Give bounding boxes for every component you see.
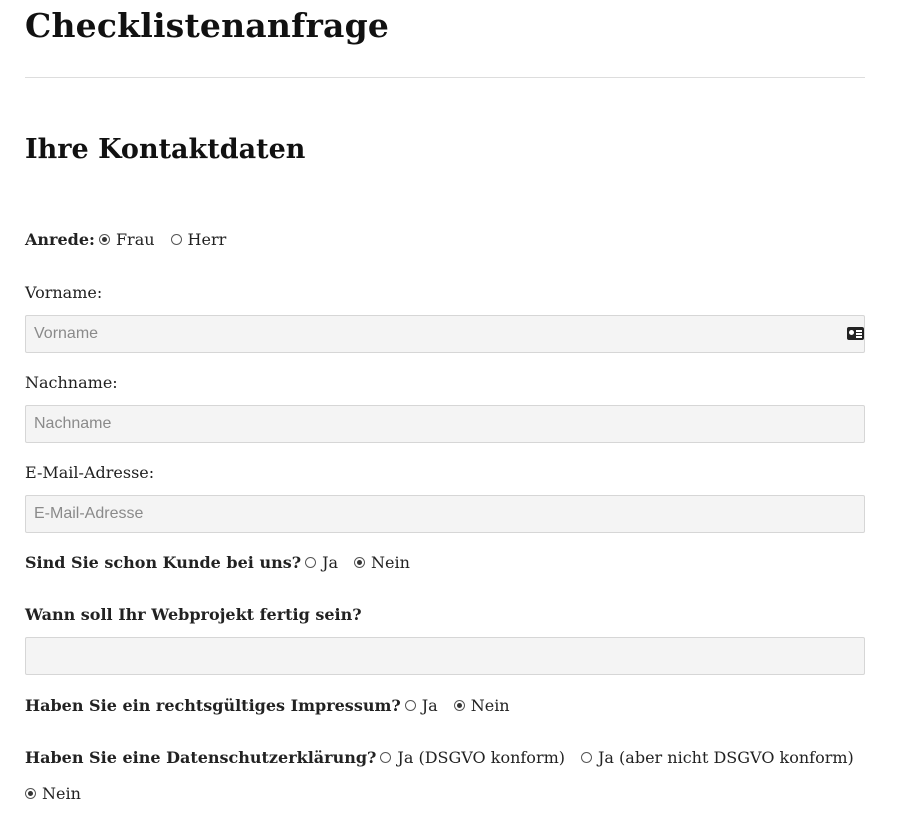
kunde-option-nein[interactable]: Nein [354, 553, 410, 572]
datenschutz-nein-radio[interactable] [25, 788, 36, 799]
datenschutz-option-nicht-dsgvo[interactable]: Ja (aber nicht DSGVO konform) [581, 748, 854, 767]
title-divider [25, 77, 865, 78]
impressum-label: Haben Sie ein rechtsgültiges Impressum? [25, 696, 401, 715]
anrede-frau-radio[interactable] [98, 234, 110, 245]
contact-card-icon[interactable] [847, 327, 864, 340]
fertig-label: Wann soll Ihr Webprojekt fertig sein? [25, 605, 362, 624]
impressum-option-nein[interactable]: Nein [453, 696, 510, 715]
anrede-option-herr[interactable]: Herr [170, 230, 227, 249]
impressum-ja-label: Ja [421, 696, 438, 715]
datenschutz-group: Haben Sie eine Datenschutzerklärung? Ja … [25, 748, 870, 767]
kunde-label: Sind Sie schon Kunde bei uns? [25, 553, 302, 572]
impressum-option-ja[interactable]: Ja [404, 696, 438, 715]
impressum-group: Haben Sie ein rechtsgültiges Impressum? … [25, 696, 526, 715]
fertig-input[interactable] [25, 637, 865, 675]
impressum-ja-radio[interactable] [404, 700, 416, 711]
anrede-frau-label: Frau [115, 230, 155, 249]
email-input[interactable] [25, 495, 865, 533]
nachname-input[interactable] [25, 405, 865, 443]
kunde-nein-radio[interactable] [354, 557, 366, 568]
vorname-input[interactable] [25, 315, 865, 353]
datenschutz-dsgvo-radio[interactable] [380, 752, 392, 763]
kunde-group: Sind Sie schon Kunde bei uns? Ja Nein [25, 553, 426, 572]
anrede-herr-label: Herr [187, 230, 227, 249]
page-title: Checklistenanfrage [25, 6, 390, 45]
datenschutz-option-dsgvo[interactable]: Ja (DSGVO konform) [380, 748, 565, 767]
kunde-nein-label: Nein [371, 553, 410, 572]
datenschutz-nein-label: Nein [42, 784, 81, 803]
kunde-ja-radio[interactable] [305, 557, 317, 568]
anrede-herr-radio[interactable] [170, 234, 182, 245]
impressum-nein-radio[interactable] [453, 700, 465, 711]
section-title: Ihre Kontaktdaten [25, 134, 306, 165]
anrede-group: Anrede: Frau Herr [25, 230, 242, 249]
nachname-label: Nachname: [25, 373, 118, 392]
anrede-label: Anrede: [25, 230, 95, 249]
email-label: E-Mail-Adresse: [25, 463, 155, 482]
datenschutz-dsgvo-label: Ja (DSGVO konform) [397, 748, 565, 767]
kunde-ja-label: Ja [322, 553, 339, 572]
datenschutz-nicht-dsgvo-radio[interactable] [581, 752, 592, 763]
datenschutz-nicht-dsgvo-label: Ja (aber nicht DSGVO konform) [598, 748, 854, 767]
datenschutz-option-nein[interactable]: Nein [25, 784, 81, 803]
vorname-label: Vorname: [25, 283, 103, 302]
impressum-nein-label: Nein [470, 696, 510, 715]
anrede-option-frau[interactable]: Frau [98, 230, 155, 249]
kunde-option-ja[interactable]: Ja [305, 553, 338, 572]
datenschutz-label: Haben Sie eine Datenschutzerklärung? [25, 748, 377, 767]
datenschutz-group-row2: Nein [25, 784, 97, 803]
